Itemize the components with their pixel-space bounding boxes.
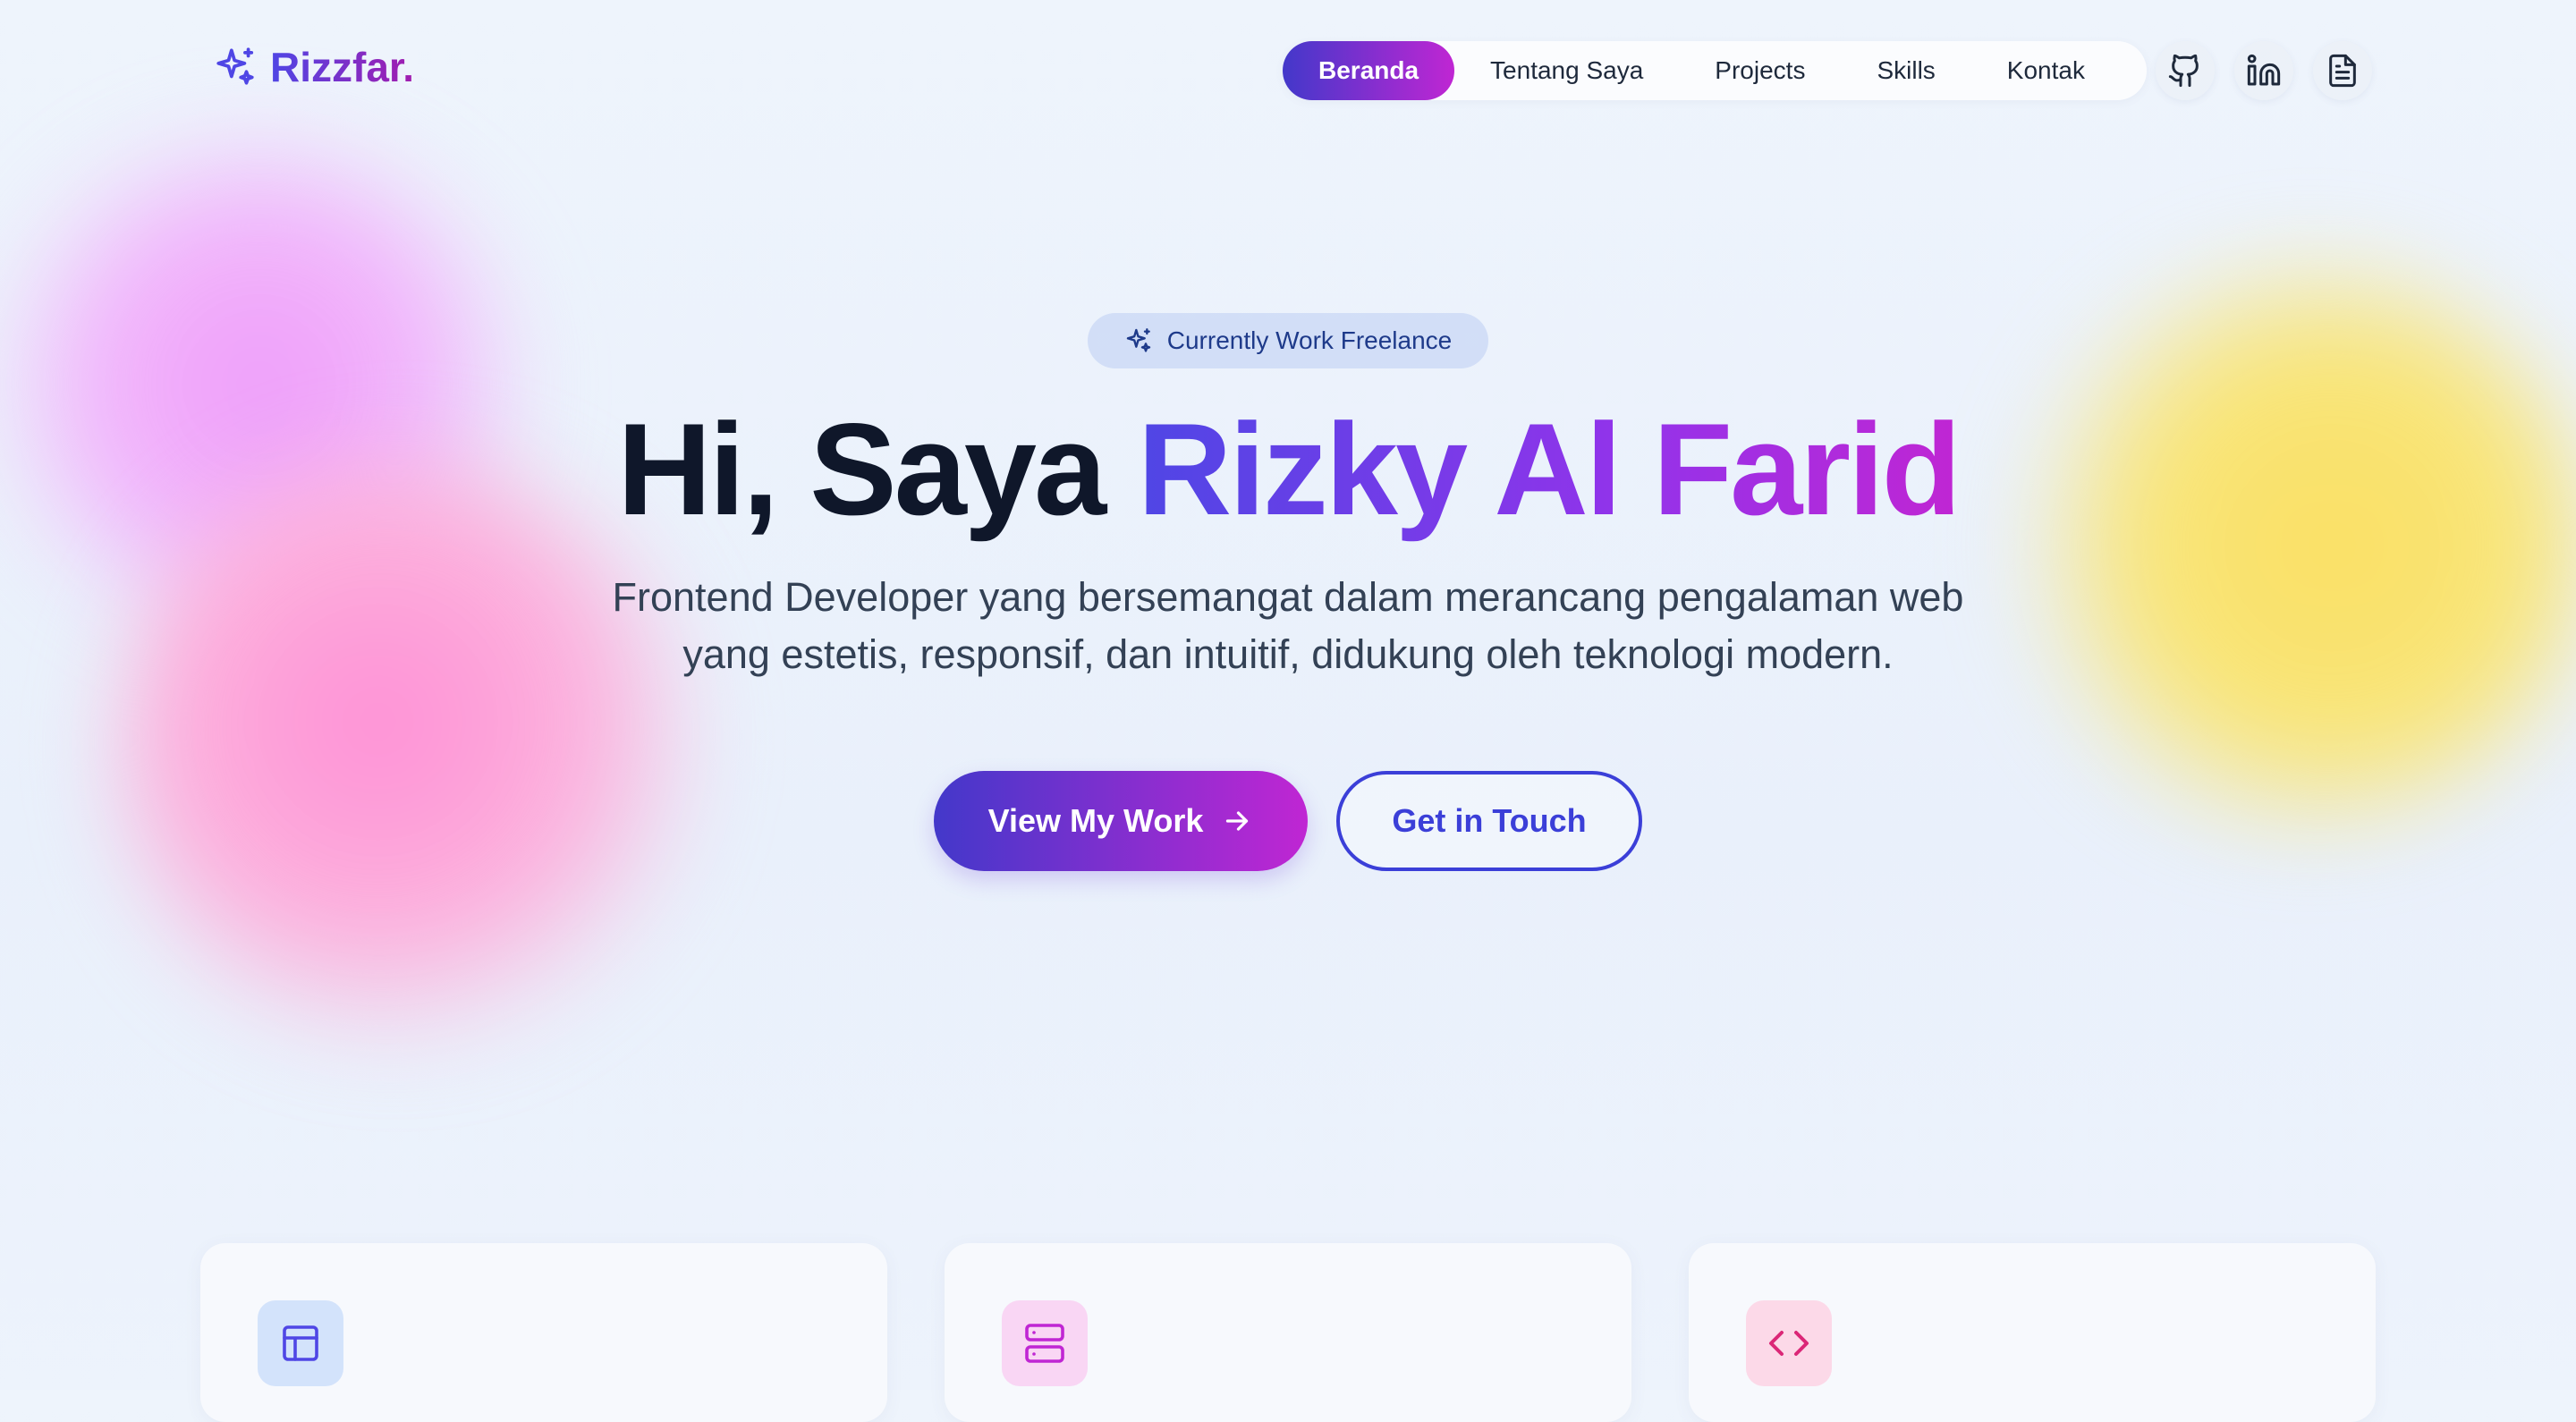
nav-item-projects[interactable]: Projects (1679, 41, 1841, 100)
server-icon (1002, 1300, 1088, 1386)
view-my-work-label: View My Work (987, 802, 1204, 839)
linkedin-icon (2246, 53, 2282, 89)
hero-title-greeting: Hi, Saya (617, 396, 1138, 542)
view-my-work-button[interactable]: View My Work (934, 771, 1308, 871)
feature-card (945, 1243, 1631, 1422)
github-link[interactable] (2156, 41, 2215, 100)
get-in-touch-button[interactable]: Get in Touch (1336, 771, 1642, 871)
resume-link[interactable] (2313, 41, 2372, 100)
sparkles-icon (213, 45, 258, 89)
arrow-right-icon (1221, 805, 1253, 837)
hero-title-name: Rizky Al Farid (1137, 396, 1962, 542)
brand-name: Rizzfar. (270, 44, 415, 90)
document-icon (2325, 53, 2360, 89)
brand-logo[interactable]: Rizzfar. (213, 43, 414, 91)
nav-item-beranda[interactable]: Beranda (1283, 41, 1455, 100)
feature-card (200, 1243, 887, 1422)
nav-item-skills[interactable]: Skills (1841, 41, 1970, 100)
nav-item-kontak[interactable]: Kontak (1971, 41, 2121, 100)
status-badge-label: Currently Work Freelance (1166, 326, 1453, 354)
hero-title: Hi, Saya Rizky Al Farid (0, 394, 2576, 546)
github-icon (2167, 53, 2203, 89)
code-icon (1746, 1300, 1832, 1386)
sparkles-icon (1124, 326, 1153, 355)
hero-subtitle: Frontend Developer yang bersemangat dala… (612, 574, 1964, 677)
yellow-blob-decoration (2012, 259, 2576, 832)
status-badge: Currently Work Freelance (1088, 313, 1488, 368)
feature-card (1689, 1243, 2376, 1422)
site-header: Rizzfar. Beranda Tentang Saya Projects S… (0, 0, 2576, 143)
main-navigation: Beranda Tentang Saya Projects Skills Kon… (1283, 41, 2147, 100)
layout-icon (258, 1300, 343, 1386)
nav-item-tentang-saya[interactable]: Tentang Saya (1454, 41, 1679, 100)
linkedin-link[interactable] (2234, 41, 2293, 100)
